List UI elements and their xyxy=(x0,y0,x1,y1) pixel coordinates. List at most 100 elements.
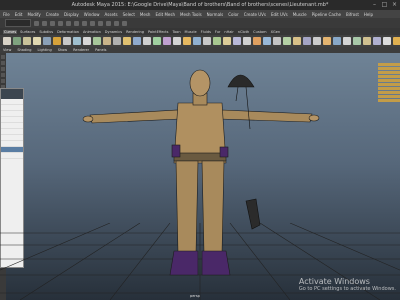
render-settings-icon[interactable] xyxy=(122,20,127,26)
shelf-tool-icon[interactable] xyxy=(63,37,71,45)
shelf-tool-icon[interactable] xyxy=(3,37,11,45)
minimize-button[interactable]: – xyxy=(371,1,378,8)
shelf-tool-icon[interactable] xyxy=(223,37,231,45)
panel-menu-item-0[interactable]: View xyxy=(3,48,11,52)
menu-item-4[interactable]: Display xyxy=(64,12,79,17)
new-scene-icon[interactable] xyxy=(34,20,39,26)
shelf-tab-2[interactable]: Subdivs xyxy=(38,30,54,34)
shelf-tool-icon[interactable] xyxy=(133,37,141,45)
shelf-tool-icon[interactable] xyxy=(123,37,131,45)
panel-menu-item-5[interactable]: Panels xyxy=(95,48,106,52)
shelf-tab-9[interactable]: Muscle xyxy=(184,30,198,34)
shelf-tool-icon[interactable] xyxy=(293,37,301,45)
shelf-tab-10[interactable]: Fluids xyxy=(200,30,212,34)
menu-item-8[interactable]: Mesh xyxy=(140,12,151,17)
shelf-tab-5[interactable]: Dynamics xyxy=(104,30,123,34)
shelf-tool-icon[interactable] xyxy=(233,37,241,45)
menu-item-5[interactable]: Window xyxy=(84,12,100,17)
panel-menu-item-1[interactable]: Shading xyxy=(17,48,31,52)
shelf-tool-icon[interactable] xyxy=(13,37,21,45)
close-button[interactable]: × xyxy=(391,1,398,8)
shelf-tab-15[interactable]: XGen xyxy=(270,30,281,34)
snap-point-icon[interactable] xyxy=(98,20,103,26)
select-object-icon[interactable] xyxy=(66,20,71,26)
panel-menu-item-4[interactable]: Renderer xyxy=(73,48,89,52)
menu-item-15[interactable]: Muscle xyxy=(293,12,307,17)
shelf-tool-icon[interactable] xyxy=(373,37,381,45)
shelf-tool-icon[interactable] xyxy=(363,37,371,45)
viewport-persp[interactable]: persp Activate Windows Go to PC settings… xyxy=(0,53,400,300)
shelf-tool-icon[interactable] xyxy=(283,37,291,45)
ipr-render-icon[interactable] xyxy=(114,20,119,26)
window-controls: – □ × xyxy=(371,1,398,8)
panel-menu-item-3[interactable]: Show xyxy=(58,48,67,52)
shelf-tool-icon[interactable] xyxy=(193,37,201,45)
shelf-tool-icon[interactable] xyxy=(83,37,91,45)
menu-item-12[interactable]: Color xyxy=(228,12,238,17)
shelf-tool-icon[interactable] xyxy=(393,37,400,45)
menu-item-11[interactable]: Normals xyxy=(207,12,224,17)
render-icon[interactable] xyxy=(106,20,111,26)
shelf-tool-icon[interactable] xyxy=(43,37,51,45)
shelf-tool-icon[interactable] xyxy=(143,37,151,45)
maximize-button[interactable]: □ xyxy=(381,1,388,8)
shelf-tab-1[interactable]: Surfaces xyxy=(19,30,36,34)
shelf-tab-7[interactable]: PaintEffects xyxy=(147,30,170,34)
character-model[interactable] xyxy=(0,53,400,300)
shelf-tab-14[interactable]: Custom xyxy=(252,30,267,34)
menu-item-6[interactable]: Assets xyxy=(105,12,118,17)
shelf-tool-icon[interactable] xyxy=(53,37,61,45)
panel-menu-item-2[interactable]: Lighting xyxy=(38,48,52,52)
shelf-tool-icon[interactable] xyxy=(113,37,121,45)
shelf-tool-icon[interactable] xyxy=(163,37,171,45)
shelf-tool-icon[interactable] xyxy=(263,37,271,45)
shelf-tool-icon[interactable] xyxy=(23,37,31,45)
shelf-tool-icon[interactable] xyxy=(253,37,261,45)
menu-item-3[interactable]: Create xyxy=(46,12,59,17)
select-component-icon[interactable] xyxy=(74,20,79,26)
shelf-tool-icon[interactable] xyxy=(183,37,191,45)
menu-set-dropdown[interactable] xyxy=(5,19,31,27)
menu-item-2[interactable]: Modify xyxy=(27,12,40,17)
shelf-tool-icon[interactable] xyxy=(243,37,251,45)
snap-grid-icon[interactable] xyxy=(82,20,87,26)
shelf-tab-6[interactable]: Rendering xyxy=(125,30,145,34)
menu-item-1[interactable]: Edit xyxy=(15,12,23,17)
shelf-tool-icon[interactable] xyxy=(213,37,221,45)
shelf-tool-icon[interactable] xyxy=(203,37,211,45)
shelf-tab-8[interactable]: Toon xyxy=(172,30,182,34)
shelf-tool-icon[interactable] xyxy=(73,37,81,45)
menu-item-13[interactable]: Create UVs xyxy=(244,12,266,17)
menu-item-17[interactable]: Bifrost xyxy=(346,12,359,17)
shelf-tab-0[interactable]: Curves xyxy=(3,29,18,34)
snap-curve-icon[interactable] xyxy=(90,20,95,26)
menu-item-0[interactable]: File xyxy=(3,12,10,17)
shelf-tab-11[interactable]: Fur xyxy=(214,30,221,34)
menu-item-16[interactable]: Pipeline Cache xyxy=(312,12,341,17)
menu-item-9[interactable]: Edit Mesh xyxy=(155,12,175,17)
shelf-tool-icon[interactable] xyxy=(323,37,331,45)
shelf-tool-icon[interactable] xyxy=(273,37,281,45)
shelf-tool-icon[interactable] xyxy=(33,37,41,45)
shelf-tab-3[interactable]: Deformation xyxy=(56,30,80,34)
shelf-tab-13[interactable]: nCloth xyxy=(237,30,250,34)
shelf-tool-icon[interactable] xyxy=(383,37,391,45)
shelf-tool-icon[interactable] xyxy=(343,37,351,45)
shelf-tool-icon[interactable] xyxy=(153,37,161,45)
shelf-tool-icon[interactable] xyxy=(353,37,361,45)
menu-item-7[interactable]: Select xyxy=(123,12,135,17)
open-scene-icon[interactable] xyxy=(42,20,47,26)
shelf-tool-icon[interactable] xyxy=(303,37,311,45)
shelf-tool-icon[interactable] xyxy=(333,37,341,45)
shelf-tool-icon[interactable] xyxy=(313,37,321,45)
menu-item-10[interactable]: Mesh Tools xyxy=(180,12,202,17)
shelf-tool-icon[interactable] xyxy=(173,37,181,45)
select-hierarchy-icon[interactable] xyxy=(58,20,63,26)
menu-item-14[interactable]: Edit UVs xyxy=(271,12,288,17)
save-scene-icon[interactable] xyxy=(50,20,55,26)
menu-item-18[interactable]: Help xyxy=(364,12,373,17)
shelf-tab-4[interactable]: Animation xyxy=(82,30,102,34)
shelf-tab-12[interactable]: nHair xyxy=(223,30,234,34)
shelf-tool-icon[interactable] xyxy=(103,37,111,45)
shelf-tool-icon[interactable] xyxy=(93,37,101,45)
